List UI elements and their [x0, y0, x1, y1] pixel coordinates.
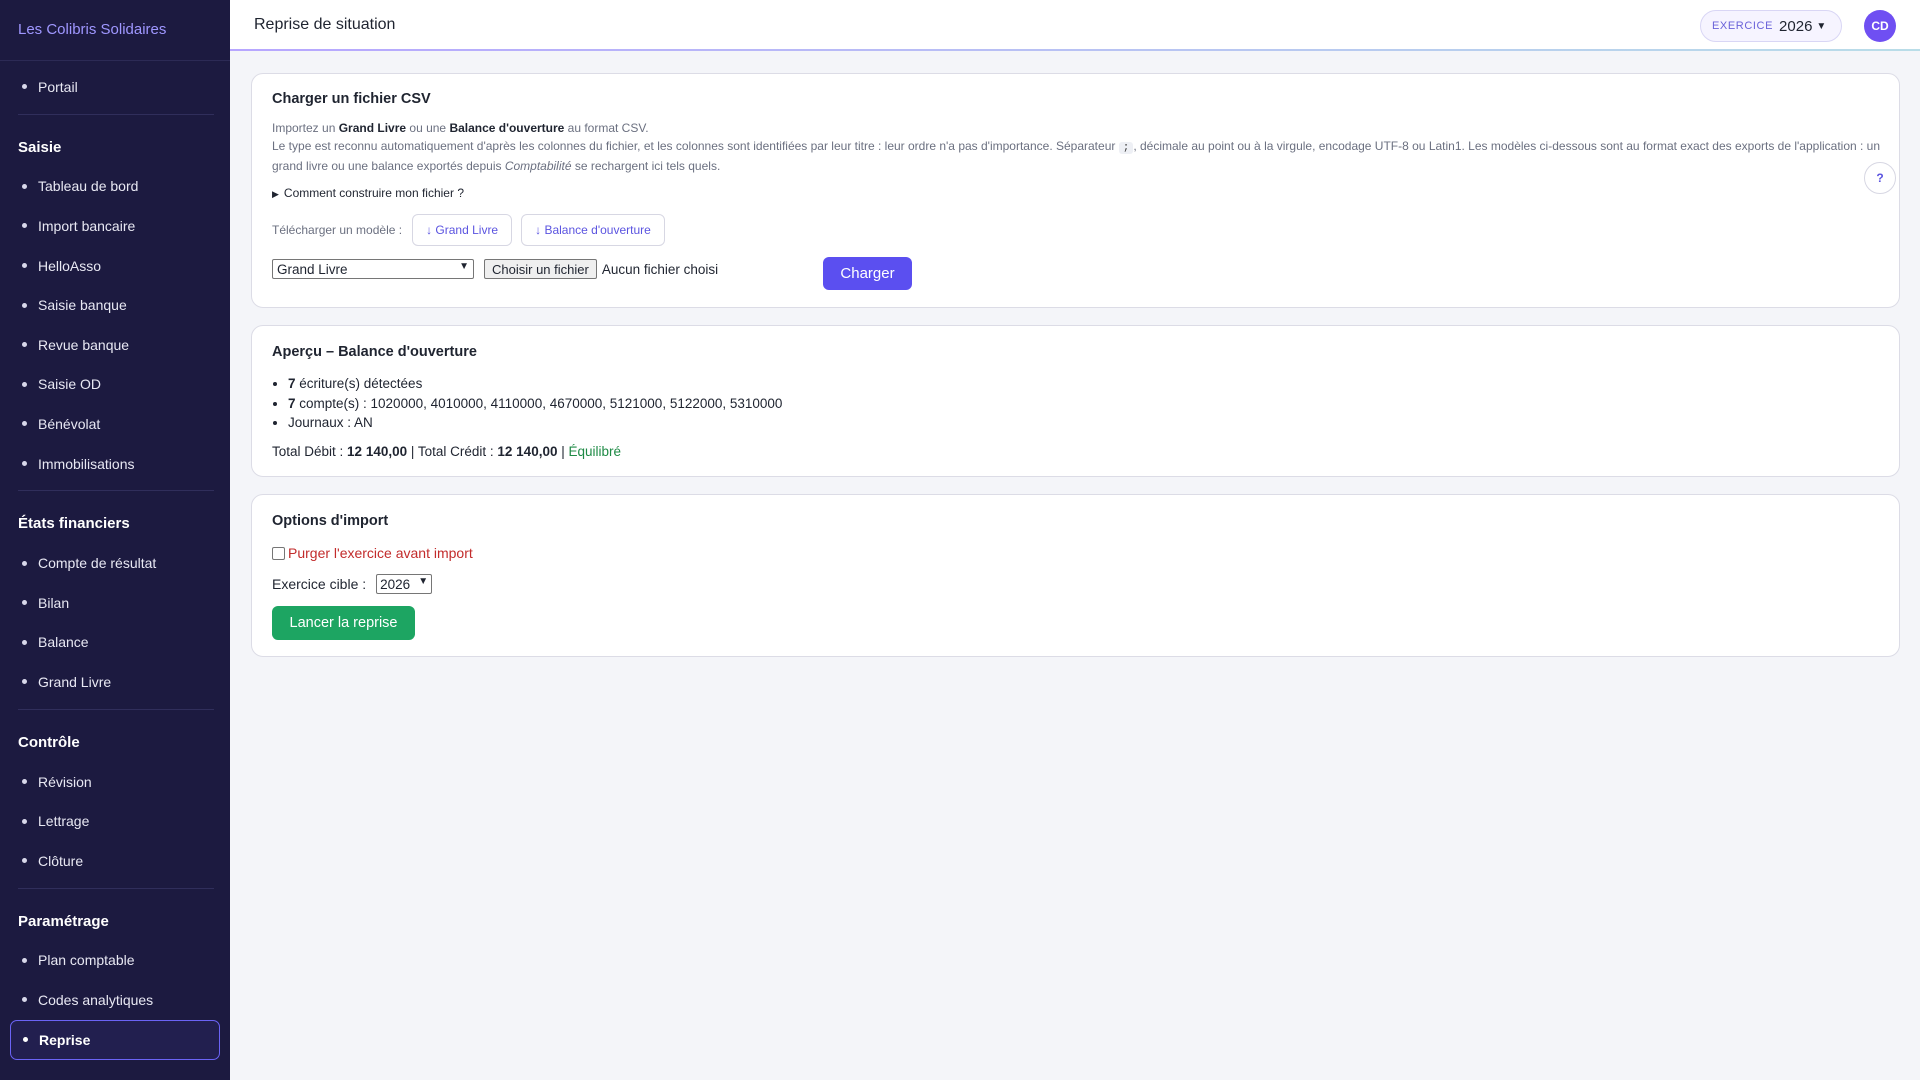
sidebar-item-compte-de-resultat[interactable]: Compte de résultat	[0, 543, 230, 583]
sidebar-item-cloture[interactable]: Clôture	[0, 841, 230, 881]
bullet-icon	[22, 461, 27, 467]
bullet-icon	[22, 600, 27, 606]
exercice-selector[interactable]: EXERCICE 2026 ▼	[1700, 10, 1842, 42]
bullet-icon	[23, 1037, 28, 1043]
top-bar: Reprise de situation EXERCICE 2026 ▼ CD	[230, 0, 1920, 51]
choose-file-button[interactable]: Choisir un fichier	[484, 259, 597, 279]
launch-reprise-button[interactable]: Lancer la reprise	[272, 606, 415, 640]
chevron-down-icon: ▼	[418, 576, 429, 587]
separator-code: ;	[1118, 142, 1134, 154]
file-type-select[interactable]: Grand Livre ▼	[272, 259, 474, 279]
upload-card: Charger un fichier CSV Importez un Grand…	[251, 73, 1900, 308]
file-status: Aucun fichier choisi	[601, 261, 719, 277]
bullet-icon	[22, 342, 27, 348]
sidebar-item-revue-banque[interactable]: Revue banque	[0, 325, 230, 365]
bullet-icon	[22, 84, 27, 90]
target-exercice-label: Exercice cible :	[272, 576, 367, 592]
help-button[interactable]: ?	[1864, 162, 1896, 194]
disclosure-triangle-icon: ▶	[272, 189, 279, 199]
target-exercice-select[interactable]: 2026 ▼	[376, 574, 433, 594]
divider	[18, 490, 214, 492]
divider	[18, 708, 214, 710]
divider	[18, 887, 214, 889]
exercice-year: 2026	[1779, 17, 1813, 35]
sidebar-item-plan-comptable[interactable]: Plan comptable	[0, 941, 230, 981]
bullet-icon	[22, 302, 27, 308]
preview-card: Aperçu – Balance d'ouverture 7 écriture(…	[251, 325, 1900, 477]
list-item: 7 écriture(s) détectées	[288, 374, 782, 394]
sidebar-item-codes-analytiques[interactable]: Codes analytiques	[0, 980, 230, 1020]
sidebar-item-grand-livre[interactable]: Grand Livre	[0, 662, 230, 702]
section-parametrage: Paramétrage	[18, 912, 109, 930]
bullet-icon	[22, 560, 27, 566]
target-exercice-row: Exercice cible : 2026 ▼	[272, 574, 433, 594]
exercice-label: EXERCICE	[1712, 20, 1774, 32]
bullet-icon	[22, 639, 27, 645]
list-item: Journaux : AN	[288, 413, 782, 433]
bullet-icon	[22, 381, 27, 387]
total-debit: 12 140,00	[347, 444, 408, 459]
import-options-card: Options d'import Purger l'exercice avant…	[251, 494, 1900, 657]
download-grand-livre-button[interactable]: ↓ Grand Livre	[412, 214, 513, 246]
sidebar-item-benevolat[interactable]: Bénévolat	[0, 404, 230, 444]
download-label: Télécharger un modèle :	[272, 223, 403, 237]
sidebar-item-bilan[interactable]: Bilan	[0, 583, 230, 623]
sidebar-item-saisie-banque[interactable]: Saisie banque	[0, 285, 230, 325]
purge-option[interactable]: Purger l'exercice avant import	[272, 545, 473, 561]
sidebar-item-lettrage[interactable]: Lettrage	[0, 801, 230, 841]
upload-title: Charger un fichier CSV	[272, 91, 431, 107]
preview-title: Aperçu – Balance d'ouverture	[272, 344, 477, 360]
totals-line: Total Débit : 12 140,00 | Total Crédit :…	[272, 444, 622, 459]
bullet-icon	[22, 858, 27, 864]
download-balance-ouverture-button[interactable]: ↓ Balance d'ouverture	[521, 214, 665, 246]
balance-status: Équilibré	[568, 444, 622, 459]
bullet-icon	[22, 183, 27, 189]
bullet-icon	[22, 679, 27, 685]
chevron-down-icon: ▼	[459, 261, 469, 272]
sidebar: Les Colibris Solidaires Portail Saisie T…	[0, 0, 230, 1080]
sidebar-item-tableau-de-bord[interactable]: Tableau de bord	[0, 167, 230, 207]
bullet-icon	[22, 223, 27, 229]
bullet-icon	[22, 779, 27, 785]
sidebar-item-portail[interactable]: Portail	[0, 67, 230, 107]
download-templates-row: Télécharger un modèle : ↓ Grand Livre ↓ …	[272, 214, 674, 246]
bullet-icon	[22, 818, 27, 824]
sidebar-item-import-bancaire[interactable]: Import bancaire	[0, 206, 230, 246]
upload-form-row: Grand Livre ▼ Choisir un fichier Aucun fi…	[272, 259, 718, 279]
preview-summary-list: 7 écriture(s) détectées 7 compte(s) : 10…	[288, 374, 782, 433]
chevron-down-icon: ▼	[1816, 20, 1827, 32]
section-saisie: Saisie	[18, 138, 62, 156]
section-etats-financiers: États financiers	[18, 515, 130, 533]
header-accent-line	[230, 49, 1920, 51]
section-controle: Contrôle	[18, 733, 80, 751]
upload-description: Importez un Grand Livre ou une Balance d…	[272, 121, 1881, 173]
sidebar-item-saisie-od[interactable]: Saisie OD	[0, 365, 230, 405]
divider	[18, 113, 214, 115]
sidebar-item-balance[interactable]: Balance	[0, 623, 230, 663]
user-avatar[interactable]: CD	[1864, 10, 1896, 42]
sidebar-item-reprise[interactable]: Reprise	[10, 1019, 220, 1060]
sidebar-item-immobilisations[interactable]: Immobilisations	[0, 444, 230, 484]
charger-button[interactable]: Charger	[823, 257, 912, 290]
options-title: Options d'import	[272, 513, 389, 529]
brand-name[interactable]: Les Colibris Solidaires	[0, 0, 230, 61]
how-to-build-file-toggle[interactable]: ▶ Comment construire mon fichier ?	[272, 186, 464, 200]
page-title: Reprise de situation	[254, 16, 396, 33]
sidebar-item-helloasso[interactable]: HelloAsso	[0, 246, 230, 286]
total-credit: 12 140,00	[497, 444, 558, 459]
sidebar-item-revision[interactable]: Révision	[0, 762, 230, 802]
bullet-icon	[22, 421, 27, 427]
bullet-icon	[22, 263, 27, 269]
list-item: 7 compte(s) : 1020000, 4010000, 4110000,…	[288, 394, 782, 414]
bullet-icon	[22, 957, 27, 963]
purge-label: Purger l'exercice avant import	[288, 545, 473, 561]
bullet-icon	[22, 997, 27, 1003]
purge-checkbox[interactable]	[272, 546, 285, 560]
